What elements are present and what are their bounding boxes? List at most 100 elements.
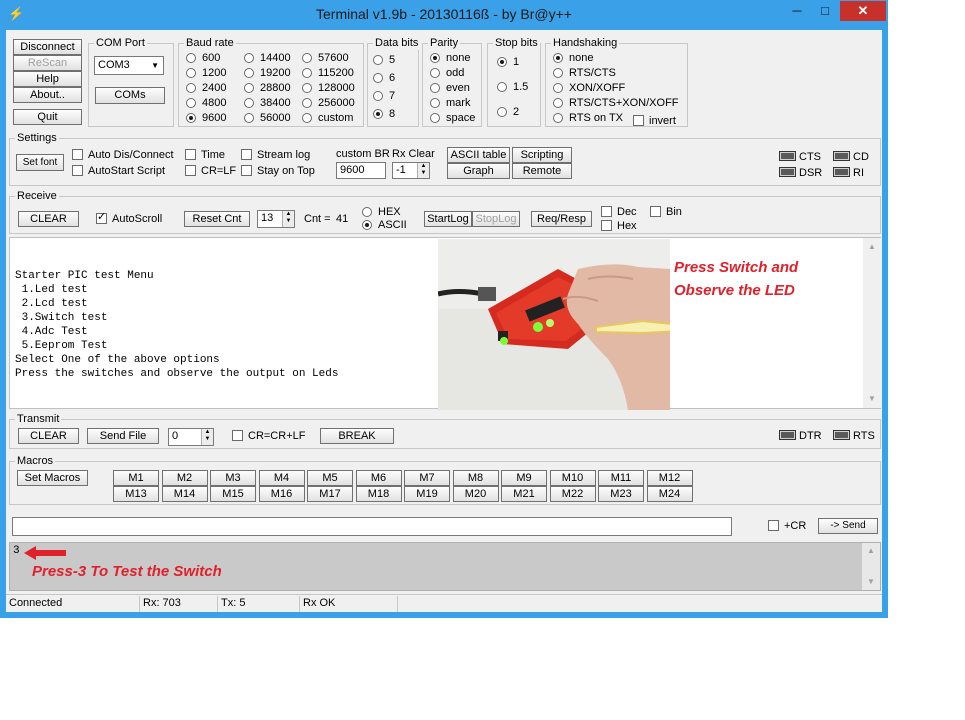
dec-checkbox[interactable]: Dec [601, 206, 637, 219]
autoscroll-checkbox[interactable]: AutoScroll [96, 211, 162, 226]
stop-log-button[interactable]: StopLog [472, 211, 520, 227]
macro-button-m3[interactable]: M3 [210, 470, 256, 486]
receive-text-area[interactable]: Starter PIC test Menu 1.Led test 2.Lcd t… [9, 237, 881, 410]
macro-button-m11[interactable]: M11 [598, 470, 644, 486]
baud-radio-19200[interactable]: 19200 [244, 67, 291, 80]
macro-button-m16[interactable]: M16 [258, 486, 305, 502]
about-button[interactable]: About.. [13, 87, 82, 103]
minimize-icon[interactable]: ─ [784, 1, 810, 21]
macro-button-m12[interactable]: M12 [646, 470, 693, 486]
handshaking-radio-4[interactable]: RTS/CTS+XON/XOFF [553, 97, 679, 110]
set-font-button[interactable]: Set font [16, 154, 64, 171]
invert-checkbox[interactable]: invert [633, 115, 676, 128]
macro-button-m10[interactable]: M10 [549, 470, 596, 486]
autostart-script-checkbox[interactable]: AutoStart Script [72, 165, 165, 178]
baud-radio-38400[interactable]: 38400 [244, 97, 291, 110]
stop-bits-radio-1-5[interactable]: 1.5 [497, 81, 528, 94]
baud-radio-custom[interactable]: custom [302, 112, 353, 125]
baud-radio-600[interactable]: 600 [186, 52, 220, 65]
maximize-icon[interactable]: □ [812, 1, 838, 21]
baud-radio-1200[interactable]: 1200 [186, 67, 226, 80]
macro-button-m5[interactable]: M5 [307, 470, 353, 486]
baud-radio-14400[interactable]: 14400 [244, 52, 291, 65]
macro-button-m14[interactable]: M14 [161, 486, 208, 502]
quit-button[interactable]: Quit [13, 109, 82, 125]
macro-button-m1[interactable]: M1 [113, 470, 159, 486]
com-port-select[interactable]: COM3 ▼ [94, 56, 164, 75]
hex-checkbox[interactable]: Hex [601, 220, 637, 233]
baud-radio-56000[interactable]: 56000 [244, 112, 291, 125]
rescan-button[interactable]: ReScan [13, 55, 82, 71]
transmit-spinner[interactable]: 0 ▲ ▼ [168, 428, 214, 446]
stay-on-top-checkbox[interactable]: Stay on Top [241, 165, 315, 178]
close-icon[interactable]: ✕ [840, 1, 886, 21]
reset-cnt-button[interactable]: Reset Cnt [184, 211, 250, 227]
remote-button[interactable]: Remote [512, 163, 572, 179]
custom-br-input[interactable]: 9600 [336, 162, 386, 179]
data-bits-radio-5[interactable]: 5 [373, 54, 395, 67]
transmit-clear-button[interactable]: CLEAR [18, 428, 79, 444]
hex-radio[interactable]: HEX [362, 206, 401, 219]
macro-button-m15[interactable]: M15 [210, 486, 256, 502]
scroll-down-icon[interactable]: ▼ [863, 394, 881, 403]
receive-clear-button[interactable]: CLEAR [18, 211, 79, 227]
macro-button-m2[interactable]: M2 [161, 470, 208, 486]
macro-button-m18[interactable]: M18 [355, 486, 402, 502]
data-bits-radio-8[interactable]: 8 [373, 108, 395, 121]
macro-button-m19[interactable]: M19 [404, 486, 450, 502]
baud-radio-128000[interactable]: 128000 [302, 82, 355, 95]
send-file-button[interactable]: Send File [87, 428, 159, 444]
ascii-table-button[interactable]: ASCII table [447, 147, 510, 163]
macro-button-m20[interactable]: M20 [452, 486, 499, 502]
cnt-spinner[interactable]: 13 ▲ ▼ [257, 210, 295, 228]
baud-radio-256000[interactable]: 256000 [302, 97, 355, 110]
parity-radio-even[interactable]: even [430, 82, 470, 95]
macro-button-m7[interactable]: M7 [404, 470, 450, 486]
cr-lf-checkbox[interactable]: CR=LF [185, 165, 236, 178]
stop-bits-radio-2[interactable]: 2 [497, 106, 519, 119]
plus-cr-checkbox[interactable]: +CR [768, 520, 806, 533]
handshaking-radio-2[interactable]: RTS/CTS [553, 67, 616, 80]
graph-button[interactable]: Graph [447, 163, 510, 179]
macro-button-m9[interactable]: M9 [501, 470, 547, 486]
baud-radio-4800[interactable]: 4800 [186, 97, 226, 110]
spin-arrows-icon[interactable]: ▲ ▼ [201, 429, 213, 445]
send-input[interactable] [12, 517, 732, 536]
stop-bits-radio-1[interactable]: 1 [497, 56, 519, 69]
spin-arrows-icon[interactable]: ▲ ▼ [282, 211, 294, 227]
disconnect-button[interactable]: Disconnect [13, 39, 82, 55]
start-log-button[interactable]: StartLog [424, 211, 472, 227]
macro-button-m24[interactable]: M24 [646, 486, 693, 502]
macro-button-m8[interactable]: M8 [452, 470, 499, 486]
scripting-button[interactable]: Scripting [512, 147, 572, 163]
help-button[interactable]: Help [13, 71, 82, 87]
baud-radio-115200[interactable]: 115200 [302, 67, 354, 80]
macro-button-m13[interactable]: M13 [113, 486, 159, 502]
spin-arrows-icon[interactable]: ▲ ▼ [417, 163, 429, 178]
scroll-down-icon[interactable]: ▼ [862, 577, 880, 586]
macro-button-m21[interactable]: M21 [501, 486, 547, 502]
handshaking-radio-5[interactable]: RTS on TX [553, 112, 623, 125]
transmit-log-scrollbar[interactable]: ▲ ▼ [862, 543, 880, 590]
scroll-up-icon[interactable]: ▲ [863, 242, 881, 251]
macro-button-m23[interactable]: M23 [598, 486, 644, 502]
auto-dis-connect-checkbox[interactable]: Auto Dis/Connect [72, 149, 174, 162]
receive-scrollbar[interactable]: ▲ ▼ [863, 238, 881, 408]
handshaking-radio-3[interactable]: XON/XOFF [553, 82, 625, 95]
time-checkbox[interactable]: Time [185, 149, 225, 162]
data-bits-radio-6[interactable]: 6 [373, 72, 395, 85]
set-macros-button[interactable]: Set Macros [17, 470, 88, 486]
macro-button-m4[interactable]: M4 [258, 470, 305, 486]
baud-radio-57600[interactable]: 57600 [302, 52, 349, 65]
break-button[interactable]: BREAK [320, 428, 394, 444]
title-bar[interactable]: ⚡ Terminal v1.9b - 20130116ß - by Br@y++… [0, 0, 888, 30]
parity-radio-space[interactable]: space [430, 112, 475, 125]
macro-button-m17[interactable]: M17 [307, 486, 353, 502]
macro-button-m6[interactable]: M6 [355, 470, 402, 486]
parity-radio-odd[interactable]: odd [430, 67, 464, 80]
parity-radio-none[interactable]: none [430, 52, 470, 65]
bin-checkbox[interactable]: Bin [650, 206, 682, 219]
parity-radio-mark[interactable]: mark [430, 97, 470, 110]
stream-log-checkbox[interactable]: Stream log [241, 149, 310, 162]
req-resp-button[interactable]: Req/Resp [531, 211, 592, 227]
